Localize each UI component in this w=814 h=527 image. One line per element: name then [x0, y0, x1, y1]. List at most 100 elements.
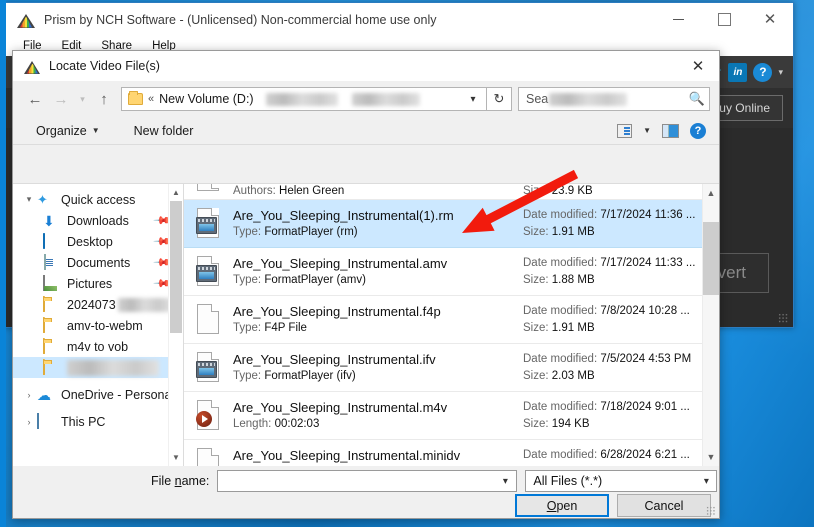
file-size: Size: 1.88 MB [523, 274, 595, 286]
list-view-icon[interactable] [617, 123, 633, 138]
open-button[interactable]: Open [515, 494, 609, 517]
linkedin-icon[interactable]: in [728, 62, 748, 82]
chevron-right-icon[interactable]: › [21, 390, 37, 400]
back-button[interactable]: ← [22, 86, 48, 112]
maximize-button[interactable] [701, 3, 747, 36]
help-circle-icon[interactable]: ? [753, 62, 773, 82]
file-name: Are_You_Sleeping_Instrumental.minidv [233, 448, 461, 463]
file-date: Date modified: 7/5/2024 4:53 PM [523, 353, 692, 365]
video-file-icon [194, 351, 224, 385]
chevron-right-icon[interactable]: › [21, 417, 37, 427]
file-list-scrollbar[interactable]: ▲ ▼ [702, 184, 719, 466]
resize-grip[interactable] [778, 313, 788, 323]
file-date: Date modified: 7/8/2024 10:28 ... [523, 305, 690, 317]
file-name: Are_You_Sleeping_Instrumental.amv [233, 256, 448, 271]
scrollbar-thumb[interactable] [170, 201, 182, 333]
sidebar-item-documents[interactable]: Documents 📌 [13, 252, 183, 273]
prism-titlebar: Prism by NCH Software - (Unlicensed) Non… [5, 3, 793, 36]
sidebar-item-selected-folder[interactable] [13, 357, 183, 378]
folder-icon [43, 316, 61, 334]
chevron-down-icon[interactable]: ▾ [21, 194, 37, 205]
recent-locations-button[interactable]: ▾ [74, 86, 91, 112]
scroll-down-icon[interactable]: ▼ [169, 449, 183, 466]
table-row[interactable]: Are_You_Sleeping_Instrumental.m4v Length… [184, 392, 719, 440]
download-arrow-icon: ⬇ [43, 212, 55, 229]
search-input[interactable]: Sea 🔍 [518, 87, 710, 111]
dialog-titlebar: Locate Video File(s) ✕ [13, 51, 719, 81]
organize-menu-button[interactable]: Organize ▼ [36, 124, 100, 138]
file-size: Size: 2.03 MB [523, 370, 595, 382]
view-chevron-down-icon[interactable]: ▼ [643, 126, 651, 135]
navigation-pane-scrollbar[interactable]: ▲ ▼ [168, 184, 183, 466]
file-name-input[interactable]: ▾ [217, 470, 518, 492]
table-row[interactable]: Are_You_Sleeping_Instrumental(1).rm Type… [184, 200, 719, 248]
sidebar-item-amv-to-webm[interactable]: amv-to-webm [13, 315, 183, 336]
preview-pane-icon[interactable] [662, 123, 679, 138]
sidebar-label: OneDrive - Personal [61, 387, 175, 402]
window-controls: ✕ [655, 3, 793, 36]
file-name-label: File name: [151, 474, 210, 488]
desktop-monitor-icon [43, 232, 61, 250]
file-type: Type: FormatPlayer (ifv) [233, 370, 356, 382]
new-folder-button[interactable]: New folder [134, 124, 194, 138]
sidebar-item-quick-access[interactable]: ▾ ✦ Quick access [13, 189, 183, 210]
documents-icon [43, 253, 61, 271]
sidebar-item-onedrive[interactable]: › ☁ OneDrive - Personal [13, 384, 183, 405]
sidebar-label: Quick access [61, 192, 136, 207]
chevron-down-icon[interactable]: ▾ [778, 67, 783, 78]
cancel-button[interactable]: Cancel [617, 494, 711, 517]
up-button[interactable]: ↑ [91, 86, 117, 112]
help-circle-icon[interactable]: ? [690, 122, 706, 139]
generic-file-icon [194, 303, 224, 337]
locate-video-files-dialog: Locate Video File(s) ✕ ← → ▾ ↑ « New Vol… [12, 50, 720, 519]
file-date: Date modified: 7/17/2024 11:33 ... [523, 257, 696, 269]
table-row[interactable]: Are_You_Sleeping_Instrumental.f4p Type: … [184, 296, 719, 344]
sidebar-label: Desktop [67, 234, 113, 249]
file-date: Date modified: 7/17/2024 11:36 ... [523, 209, 696, 221]
sidebar-item-folder-2024073[interactable]: 2024073 [13, 294, 183, 315]
scroll-down-icon[interactable]: ▼ [703, 448, 719, 466]
dialog-resize-grip[interactable] [706, 506, 715, 515]
breadcrumb-chevron-icon: « [148, 93, 155, 105]
file-type-filter-select[interactable]: All Files (*.*) ▾ [525, 470, 718, 492]
table-row[interactable]: Are_You_Sleeping_Instrumental.amv Type: … [184, 248, 719, 296]
table-row[interactable]: Are_You_Sleeping_Instrumental.minidv Typ… [184, 440, 719, 466]
sidebar-label: Pictures [67, 276, 113, 291]
sidebar-item-this-pc[interactable]: › This PC [13, 411, 183, 432]
file-name: Are_You_Sleeping_Instrumental.f4p [233, 304, 441, 319]
minimize-button[interactable] [655, 3, 701, 36]
sidebar-item-m4v-to-vob[interactable]: m4v to vob [13, 336, 183, 357]
dialog-close-button[interactable]: ✕ [677, 51, 719, 81]
scrollbar-thumb[interactable] [703, 222, 719, 295]
breadcrumb-dropdown-icon[interactable]: ▾ [462, 88, 484, 110]
star-pin-icon: ✦ [37, 191, 48, 207]
file-date: Date modified: 7/18/2024 9:01 ... [523, 401, 690, 413]
scroll-up-icon[interactable]: ▲ [169, 184, 183, 201]
file-name-row: File name: ▾ All Files (*.*) ▾ [13, 470, 719, 492]
file-type: Type: F4P File [233, 322, 307, 334]
video-file-icon [194, 207, 224, 241]
refresh-button[interactable]: ↻ [487, 87, 512, 111]
organize-label: Organize [36, 123, 87, 138]
close-button[interactable]: ✕ [747, 3, 793, 36]
magnifier-icon[interactable]: 🔍 [689, 91, 705, 107]
breadcrumb-address-bar[interactable]: « New Volume (D:) ▾ [121, 87, 487, 111]
sidebar-item-downloads[interactable]: ⬇ Downloads 📌 [13, 210, 183, 231]
sidebar-redacted [117, 297, 172, 312]
file-size: Size: 194 KB [523, 418, 590, 430]
sidebar-redacted [67, 359, 159, 376]
scroll-up-icon[interactable]: ▲ [703, 184, 719, 202]
dialog-app-icon [24, 59, 41, 74]
onedrive-cloud-icon: ☁ [37, 386, 51, 403]
sidebar-item-desktop[interactable]: Desktop 📌 [13, 231, 183, 252]
folder-icon [43, 358, 61, 376]
sidebar-item-pictures[interactable]: Pictures 📌 [13, 273, 183, 294]
file-size: Size: 1.91 MB [523, 226, 595, 238]
table-row[interactable]: Are_You_Sleeping_Instrumental.ifv Type: … [184, 344, 719, 392]
chevron-down-icon[interactable]: ▾ [696, 471, 716, 491]
forward-button[interactable]: → [48, 86, 74, 112]
breadcrumb-redacted-2 [351, 92, 420, 106]
this-pc-icon [37, 412, 55, 430]
chevron-down-icon[interactable]: ▾ [495, 471, 515, 491]
table-row-partial[interactable]: Authors: Helen Green Size: 23.9 KB [184, 184, 719, 200]
